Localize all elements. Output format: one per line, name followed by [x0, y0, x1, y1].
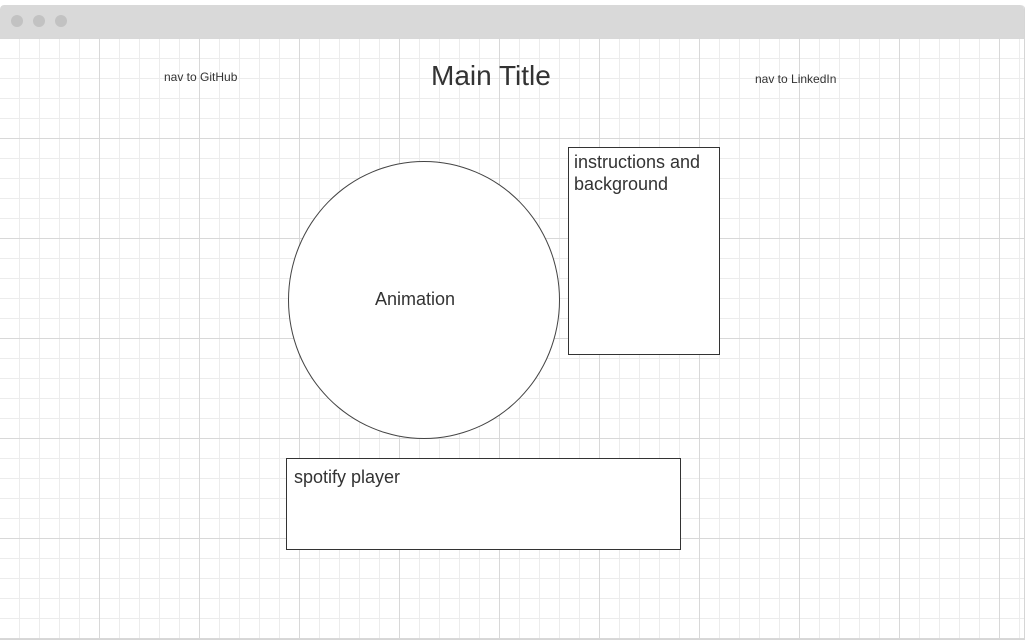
instructions-label: instructions and background — [574, 152, 701, 194]
spotify-player-placeholder[interactable]: spotify player — [286, 458, 681, 550]
nav-linkedin-link[interactable]: nav to LinkedIn — [755, 72, 836, 86]
window-close-dot-icon[interactable] — [11, 15, 23, 27]
window-minimize-dot-icon[interactable] — [33, 15, 45, 27]
page-title: Main Title — [431, 60, 551, 91]
nav-github-link[interactable]: nav to GitHub — [164, 70, 237, 84]
instructions-panel: instructions and background — [568, 147, 720, 355]
spotify-player-label: spotify player — [294, 467, 401, 487]
window-titlebar — [0, 5, 1024, 38]
animation-label: Animation — [375, 289, 456, 309]
window-maximize-dot-icon[interactable] — [55, 15, 67, 27]
